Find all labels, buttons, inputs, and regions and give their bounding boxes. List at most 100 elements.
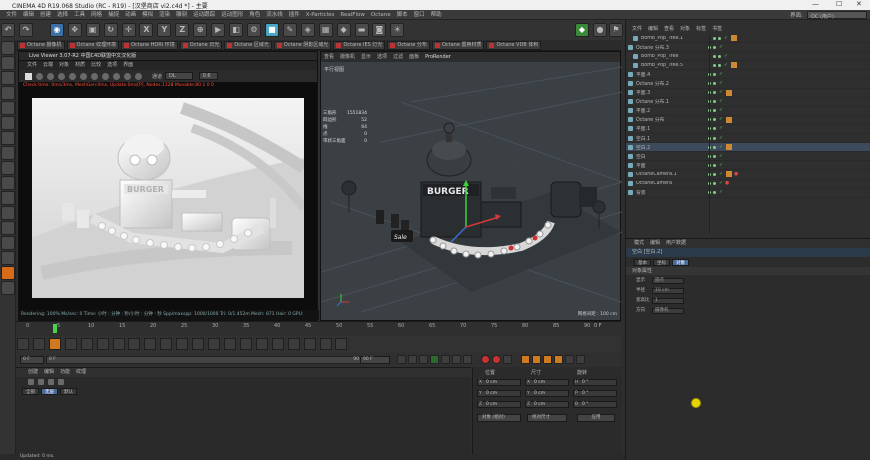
live-viewer-menu-item[interactable]: 对象 (59, 61, 69, 70)
material-menu-item[interactable]: 功能 (60, 368, 70, 377)
octane-live-icon[interactable]: ◆ (575, 23, 589, 37)
menu-item[interactable]: 脚本 (397, 10, 408, 20)
cube-icon[interactable]: ■ (264, 23, 279, 37)
mat-tool-icon-3[interactable] (48, 379, 54, 385)
pen-icon[interactable]: ✎ (282, 23, 297, 37)
polygons-mode-icon[interactable] (1, 131, 15, 145)
object-row[interactable]: Bomb_Pop_Tree.1 ✓ (626, 34, 870, 44)
object-row[interactable]: 空白.1 ✓ (626, 134, 870, 144)
rotation-field[interactable]: B0 ° (573, 401, 617, 408)
object-row[interactable]: OctaneCamera.1 ✓ ● (626, 170, 870, 180)
tag-icon[interactable] (726, 144, 733, 151)
key-tool-icon-9[interactable] (160, 338, 173, 350)
render-visibility-dot[interactable] (713, 127, 716, 131)
key-tool-icon-10[interactable] (176, 338, 189, 350)
menu-item[interactable]: 网格 (91, 10, 102, 20)
attribute-menu-item[interactable]: 模式 (634, 239, 644, 248)
menu-item[interactable]: 流水线 (266, 10, 283, 20)
render-visibility-dot[interactable] (713, 172, 716, 176)
viewport-menu-item[interactable]: 面板 (409, 52, 419, 62)
deformer-icon[interactable]: ◆ (336, 23, 351, 37)
snap-icon[interactable] (1, 161, 15, 175)
octane-tab[interactable]: Octane 阴影区域光 (273, 40, 332, 50)
enabled-check-icon[interactable]: ✓ (719, 81, 723, 86)
object-row[interactable]: Bomb_Pop_Tree ✓ (626, 52, 870, 62)
enabled-check-icon[interactable]: ✓ (719, 145, 723, 150)
object-manager-menu-item[interactable]: 查看 (664, 25, 674, 32)
paint-icon[interactable] (1, 236, 15, 250)
key-tool-icon-6[interactable] (112, 338, 125, 350)
texture-mode-icon[interactable] (1, 71, 15, 85)
editor-visibility-dot[interactable] (713, 36, 716, 40)
next-frame-icon[interactable] (441, 355, 450, 364)
key-tool-icon-15[interactable] (255, 338, 268, 350)
key-tool-icon-14[interactable] (239, 338, 252, 350)
live-viewer-menu-item[interactable]: 材质 (75, 61, 85, 70)
menu-item[interactable]: RealFlow (340, 10, 364, 20)
object-row[interactable]: 平面.2 ✓ (626, 107, 870, 116)
render-visibility-dot[interactable] (713, 82, 716, 86)
close-button[interactable]: ✕ (856, 0, 862, 8)
object-manager-menu-item[interactable]: 标签 (696, 25, 706, 32)
render-preview[interactable]: BURGER (32, 98, 308, 298)
key-tool-icon-18[interactable] (303, 338, 316, 350)
live-viewer-menu-item[interactable]: 选项 (107, 61, 117, 70)
render-view-icon[interactable]: ▶ (211, 23, 226, 37)
start-frame-field[interactable]: 0 F (20, 356, 44, 364)
object-row[interactable]: 背景 ✓ (626, 189, 870, 198)
axis-mode-icon[interactable] (1, 146, 15, 160)
pause-icon[interactable] (58, 72, 65, 80)
enabled-check-icon[interactable]: ✓ (719, 108, 723, 113)
auto-key-icon[interactable] (492, 355, 501, 364)
tag-icon[interactable] (731, 62, 738, 69)
menu-item[interactable]: 编辑 (23, 10, 34, 20)
live-viewer-menu-item[interactable]: 云端 (43, 61, 53, 70)
object-row[interactable]: Octane 分布 ✓ (626, 116, 870, 125)
render-visibility-dot[interactable] (713, 72, 716, 76)
material-menu-item[interactable]: 编辑 (44, 368, 54, 377)
maximize-button[interactable]: ☐ (836, 0, 842, 8)
viewport-menu-item[interactable]: 查看 (324, 52, 334, 62)
viewport-menu-item[interactable]: 摄像机 (340, 52, 355, 62)
size-field[interactable]: Z0 cm (525, 401, 569, 408)
undo-icon[interactable]: ↶ (1, 23, 15, 37)
attribute-menu-item[interactable]: 用户数据 (666, 239, 686, 248)
zoom-icon[interactable] (135, 72, 142, 80)
position-field[interactable]: Z0 cm (477, 401, 521, 408)
object-row[interactable]: 平面 ✓ (626, 161, 870, 171)
size-field[interactable]: Y 0 cm (525, 390, 569, 397)
menu-item[interactable]: 角色 (249, 10, 260, 20)
sculpt-icon[interactable] (1, 221, 15, 235)
motion-icon[interactable] (1, 281, 15, 295)
object-row[interactable]: Octane 分布.1 ✓ (626, 98, 870, 107)
key-tool-icon-1[interactable] (17, 338, 29, 350)
render-visibility-dot[interactable] (718, 63, 721, 67)
render-visibility-dot[interactable] (718, 36, 721, 40)
key-tool-icon-4[interactable] (80, 338, 93, 350)
octane-tab[interactable]: Octane IES 灯光 (333, 40, 386, 50)
tag-icon[interactable] (726, 171, 733, 178)
render-visibility-dot[interactable] (713, 163, 716, 167)
material-pick-icon[interactable] (102, 72, 109, 80)
render-visibility-dot[interactable] (713, 145, 716, 149)
enabled-check-icon[interactable]: ✓ (724, 54, 728, 59)
menu-item[interactable]: 雕刻 (176, 10, 187, 20)
points-mode-icon[interactable] (1, 101, 15, 115)
frame-range-slider[interactable]: 0 F 90 F (46, 356, 366, 364)
live-viewer-menu-item[interactable]: 界面 (123, 61, 133, 70)
key-tool-icon-5[interactable] (96, 338, 109, 350)
enabled-check-icon[interactable]: ✓ (719, 163, 723, 168)
floor-icon[interactable]: ▬ (354, 23, 369, 37)
object-manager-menu-item[interactable]: 书签 (712, 25, 722, 32)
size-mode-select[interactable]: 绝对尺寸 (527, 414, 567, 422)
render-visibility-dot[interactable] (713, 136, 716, 140)
object-row[interactable]: OctaneCamera ✓ ● (626, 180, 870, 189)
attribute-value[interactable]: 10 cm (652, 288, 684, 294)
render-visibility-dot[interactable] (713, 45, 716, 49)
menu-item[interactable]: 插件 (289, 10, 300, 20)
pos-key-icon[interactable] (521, 355, 530, 364)
render-visibility-dot[interactable] (713, 154, 716, 158)
transform-icon[interactable]: ✛ (121, 23, 136, 37)
z-axis-icon[interactable]: Z (175, 23, 190, 37)
object-manager-menu-item[interactable]: 编辑 (648, 25, 658, 32)
